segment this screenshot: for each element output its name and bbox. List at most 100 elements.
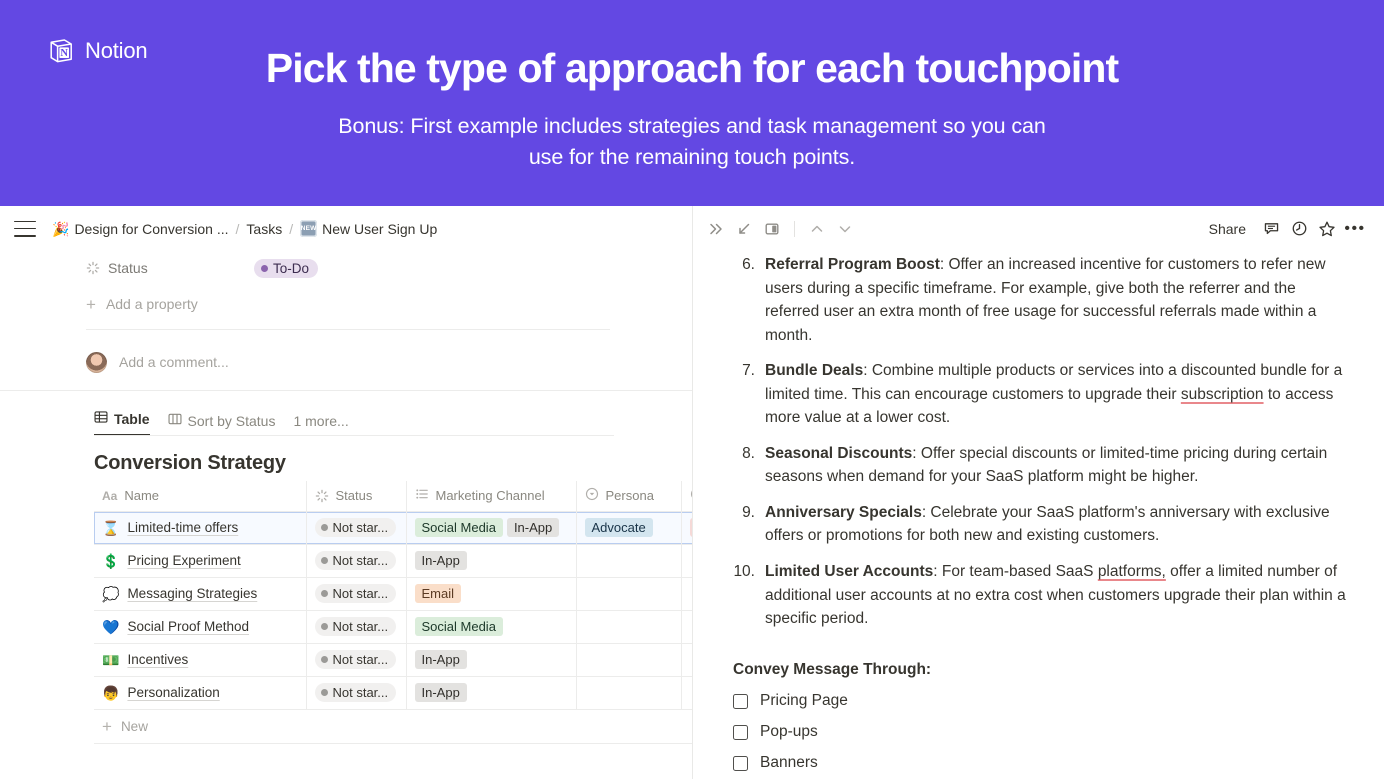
add-property-button[interactable]: + Add a property [86,287,692,321]
hero-title: Pick the type of approach for each touch… [265,45,1119,91]
checklist-item-label: Pop-ups [760,723,818,741]
row-name: Social Proof Method [127,619,250,634]
row-emoji-icon: ⌛ [102,519,120,536]
breadcrumb-item-tasks[interactable]: Tasks [242,219,286,239]
cell-status[interactable]: Not star... [306,511,407,545]
cell-extra[interactable] [681,544,692,578]
double-chevron-right-icon[interactable] [703,216,729,242]
tab-table-label: Table [114,410,150,427]
cell-marketing-channel[interactable]: Social Media In-App [406,511,577,545]
tab-more-views[interactable]: 1 more... [293,413,348,436]
column-header-persona[interactable]: Persona [576,481,682,512]
cell-marketing-channel[interactable]: In-App [406,676,577,710]
column-header-extra[interactable] [681,481,692,512]
cell-extra[interactable] [681,643,692,677]
list-item-title: Seasonal Discounts [765,444,913,462]
tab-sort-by-status[interactable]: Sort by Status [168,412,276,436]
channel-tag: In-App [414,551,467,570]
table-row[interactable]: 💙 Social Proof Method Not star... Social Me… [94,610,692,644]
cell-name[interactable]: 💵 Incentives [94,643,307,677]
checklist-item[interactable]: Banners [733,748,1350,779]
table-row[interactable]: 👦 Personalization Not star... In-App [94,676,692,710]
cell-marketing-channel[interactable]: Social Media [406,610,577,644]
cell-name[interactable]: 💭 Messaging Strategies [94,577,307,611]
cell-extra[interactable] [681,676,692,710]
cell-persona[interactable] [576,577,682,611]
cell-status[interactable]: Not star... [306,610,407,644]
checkbox-icon[interactable] [733,693,748,709]
cell-extra[interactable] [681,610,692,644]
cell-persona[interactable] [576,544,682,578]
tab-table[interactable]: Table [94,410,150,436]
chevron-down-icon[interactable] [832,216,858,242]
comment-composer[interactable]: Add a comment... [0,330,692,380]
cell-status[interactable]: Not star... [306,643,407,677]
checklist-item[interactable]: Pricing Page [733,686,1350,717]
hamburger-menu-icon[interactable] [14,220,36,237]
table-row[interactable]: 💵 Incentives Not star... In-App [94,643,692,677]
table-body: ⌛ Limited-time offers Not star... Social Me… [94,511,692,710]
clock-history-icon[interactable] [1286,216,1312,242]
status-badge: Not star... [314,551,397,570]
side-peek-icon[interactable] [759,216,785,242]
share-button[interactable]: Share [1201,217,1254,241]
comment-bubble-icon[interactable] [1258,216,1284,242]
cell-marketing-channel[interactable]: In-App [406,544,577,578]
cell-marketing-channel[interactable]: In-App [406,643,577,677]
table-row[interactable]: ⌛ Limited-time offers Not star... Social Me… [94,511,692,545]
cell-name[interactable]: 💙 Social Proof Method [94,610,307,644]
row-name: Personalization [127,685,220,700]
star-icon[interactable] [1314,216,1340,242]
add-property-label: Add a property [105,296,198,312]
breadcrumb-item-page[interactable]: NEW New User Sign Up [296,218,441,239]
list-item-number: 8. [742,444,755,462]
column-header-status[interactable]: Status [306,481,407,512]
table-row[interactable]: 💲 Pricing Experiment Not star... In-App [94,544,692,578]
cell-persona[interactable]: Advocate [576,511,682,545]
breadcrumb: 🎉 Design for Conversion ... / Tasks / NE… [48,218,441,239]
party-popper-icon: 🎉 [52,220,70,237]
cell-name[interactable]: ⌛ Limited-time offers [94,511,307,545]
left-panel: 🎉 Design for Conversion ... / Tasks / NE… [0,206,692,779]
chevron-up-icon[interactable] [804,216,830,242]
tab-sort-label: Sort by Status [187,412,276,429]
cell-persona[interactable] [576,676,682,710]
cell-name[interactable]: 👦 Personalization [94,676,307,710]
list-item-number: 10. [733,563,755,581]
database-view-tabs: Table Sort by Status 1 more... [94,405,692,436]
cell-name[interactable]: 💲 Pricing Experiment [94,544,307,578]
row-emoji-icon: 💭 [102,585,120,602]
new-badge-icon: NEW [300,220,318,237]
list-item: 10. Limited User Accounts: For team-based… [733,560,1350,631]
more-horizontal-icon[interactable]: ••• [1342,216,1368,242]
title-aa-icon: Aa [102,488,118,503]
breadcrumb-item-workspace[interactable]: 🎉 Design for Conversion ... [48,219,233,239]
breadcrumb-label-tasks: Tasks [246,220,283,237]
cell-persona[interactable] [576,610,682,644]
page-properties: Status To-Do + Add a property [0,251,692,321]
channel-tag: In-App [506,518,560,537]
channel-tag: In-App [414,683,467,702]
table-header-row: Aa Name Status Marketing Channel Persona [94,481,692,512]
cell-extra[interactable] [681,577,692,611]
checkbox-icon[interactable] [733,724,748,740]
cell-extra[interactable] [681,511,692,545]
cell-status[interactable]: Not star... [306,577,407,611]
cell-status[interactable]: Not star... [306,676,407,710]
list-item-body: Bundle Deals: Combine multiple products … [765,362,1343,427]
status-badge-todo[interactable]: To-Do [254,258,319,278]
persona-tag: Advocate [584,518,653,537]
cell-status[interactable]: Not star... [306,544,407,578]
cell-marketing-channel[interactable]: Email [406,577,577,611]
column-header-name[interactable]: Aa Name [94,481,307,512]
right-panel: Share ••• 6. Referral Program Boost: Off… [692,206,1384,779]
new-row-button[interactable]: + New [94,710,692,744]
status-spinner-icon [315,489,329,503]
column-header-marketing-channel[interactable]: Marketing Channel [406,481,577,512]
row-emoji-icon: 💵 [102,651,120,668]
checkbox-icon[interactable] [733,755,748,771]
cell-persona[interactable] [576,643,682,677]
table-row[interactable]: 💭 Messaging Strategies Not star... Email [94,577,692,611]
expand-diagonal-icon[interactable] [731,216,757,242]
checklist-item[interactable]: Pop-ups [733,717,1350,748]
